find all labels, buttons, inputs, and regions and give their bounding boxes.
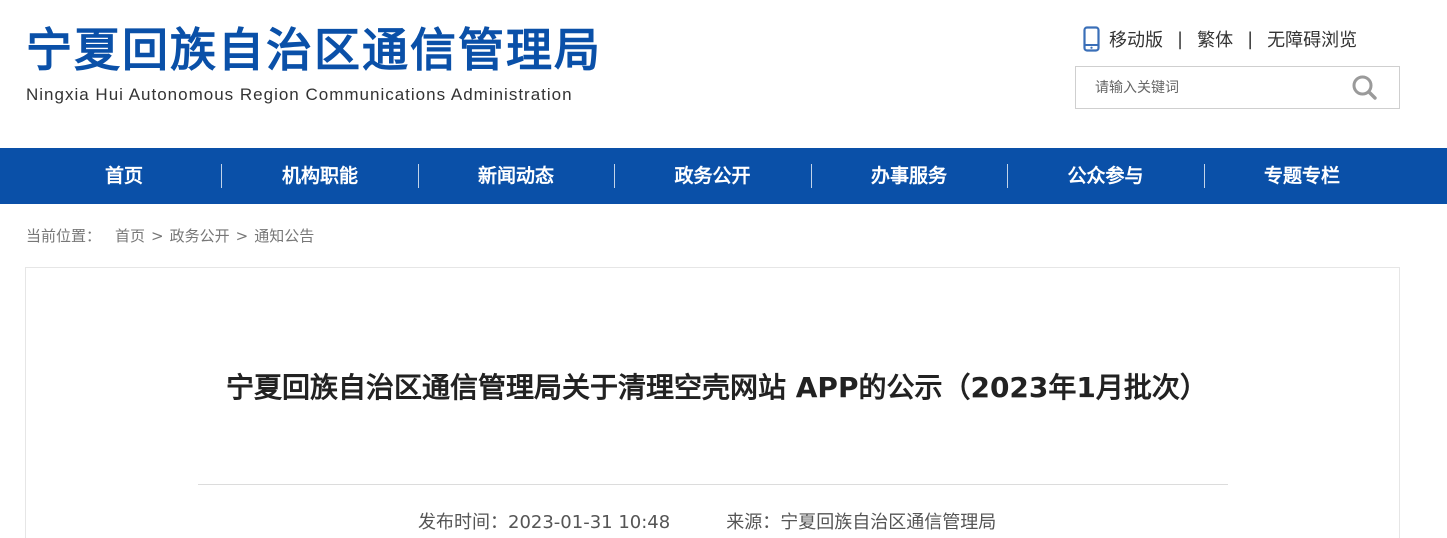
- article-panel: 宁夏回族自治区通信管理局关于清理空壳网站 APP的公示（2023年1月批次） 发…: [25, 267, 1400, 538]
- search-box: [1075, 66, 1400, 109]
- source-label: 来源：: [726, 512, 781, 533]
- accessible-browsing-link[interactable]: 无障碍浏览: [1267, 26, 1357, 52]
- nav-item-public-participation[interactable]: 公众参与: [1007, 148, 1204, 204]
- link-separator: |: [1247, 28, 1254, 50]
- source-value: 宁夏回族自治区通信管理局: [780, 512, 997, 533]
- publish-time-value: 2023-01-31 10:48: [508, 512, 671, 533]
- nav-item-home[interactable]: 首页: [26, 148, 222, 204]
- title-divider: [198, 484, 1228, 485]
- breadcrumb: 当前位置： 首页 > 政务公开 > 通知公告: [26, 225, 314, 246]
- nav-item-institution[interactable]: 机构职能: [222, 148, 418, 204]
- traditional-chinese-link[interactable]: 繁体: [1197, 26, 1233, 52]
- breadcrumb-government-affairs[interactable]: 政务公开: [170, 225, 230, 246]
- breadcrumb-label: 当前位置：: [26, 227, 102, 245]
- source-info: 来源：宁夏回族自治区通信管理局: [726, 508, 996, 534]
- link-separator: |: [1177, 28, 1184, 50]
- nav-item-government-affairs[interactable]: 政务公开: [614, 148, 811, 204]
- article-title: 宁夏回族自治区通信管理局关于清理空壳网站 APP的公示（2023年1月批次）: [226, 371, 1208, 404]
- nav-item-special-topics[interactable]: 专题专栏: [1204, 148, 1400, 204]
- top-links: 移动版 | 繁体 | 无障碍浏览: [1083, 24, 1357, 54]
- main-nav: 首页 机构职能 新闻动态 政务公开 办事服务 公众参与 专题专栏: [0, 148, 1447, 204]
- breadcrumb-home[interactable]: 首页: [115, 225, 145, 246]
- mobile-version-link[interactable]: 移动版: [1109, 26, 1163, 52]
- site-logo-title[interactable]: 宁夏回族自治区通信管理局: [26, 22, 602, 78]
- search-input[interactable]: [1076, 67, 1346, 108]
- nav-item-news[interactable]: 新闻动态: [418, 148, 614, 204]
- nav-item-services[interactable]: 办事服务: [811, 148, 1007, 204]
- publish-info: 发布时间：2023-01-31 10:48: [418, 508, 670, 534]
- publish-time-label: 发布时间：: [418, 512, 508, 533]
- breadcrumb-separator: >: [235, 226, 249, 245]
- breadcrumb-notices[interactable]: 通知公告: [254, 225, 314, 246]
- article-meta: 发布时间：2023-01-31 10:48 来源：宁夏回族自治区通信管理局: [418, 508, 1052, 534]
- site-logo-subtitle: Ningxia Hui Autonomous Region Communicat…: [26, 85, 573, 104]
- breadcrumb-separator: >: [151, 226, 164, 245]
- mobile-phone-icon: [1083, 26, 1100, 52]
- search-icon[interactable]: [1348, 71, 1382, 105]
- site-header: 宁夏回族自治区通信管理局 Ningxia Hui Autonomous Regi…: [0, 0, 1447, 148]
